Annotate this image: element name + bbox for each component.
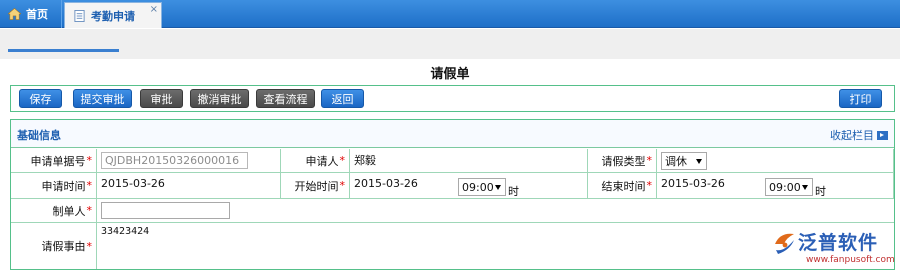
creator-cell: [97, 199, 894, 223]
apply-time-label: 申请时间 *: [11, 173, 97, 199]
leave-type-cell: 调休: [657, 149, 894, 173]
chevron-down-icon: [495, 185, 501, 190]
back-button[interactable]: 返回: [321, 89, 364, 108]
application-no-cell: QJDBH20150326000016: [97, 149, 281, 173]
end-hour-unit: 时: [815, 185, 826, 198]
start-hour-unit: 时: [508, 185, 519, 198]
close-icon[interactable]: ×: [150, 4, 158, 15]
end-time-label: 结束时间 *: [588, 173, 657, 199]
cancel-approval-button[interactable]: 撤消审批: [190, 89, 249, 108]
submit-approval-button[interactable]: 提交审批: [73, 89, 132, 108]
leave-type-select[interactable]: 调休: [661, 151, 707, 170]
document-icon: [74, 9, 85, 22]
fanpusoft-watermark: 泛普软件 www.fanpusoft.com: [770, 226, 895, 270]
start-time-label: 开始时间 *: [281, 173, 350, 199]
collapse-icon: [877, 130, 888, 140]
application-no-field: QJDBH20150326000016: [101, 152, 248, 169]
action-toolbar: 保存 提交审批 审批 撤消审批 查看流程 返回 打印: [10, 85, 895, 112]
approve-button[interactable]: 审批: [140, 89, 183, 108]
loading-bar: [8, 49, 119, 52]
tab-home[interactable]: 首页: [0, 0, 62, 28]
apply-time-value: 2015-03-26: [97, 173, 281, 199]
chevron-down-icon: [696, 158, 702, 164]
fanpusoft-logo-icon: [775, 233, 794, 254]
start-time-cell: 2015-03-26 09:00 时: [350, 173, 588, 199]
applicant-value: 郑毅: [350, 149, 588, 173]
sub-strip: [0, 29, 900, 59]
reason-label: 请假事由 *: [11, 223, 97, 269]
save-button[interactable]: 保存: [19, 89, 62, 108]
applicant-label: 申请人 *: [281, 149, 350, 173]
collapse-section-button[interactable]: 收起栏目: [830, 127, 888, 143]
end-hour-select[interactable]: 09:00: [765, 178, 813, 196]
watermark-url: www.fanpusoft.com: [806, 255, 895, 265]
end-time-cell: 2015-03-26 09:00 时: [657, 173, 894, 199]
watermark-name: 泛普软件: [798, 232, 879, 254]
tab-attendance-label: 考勤申请: [91, 9, 135, 23]
leave-type-label: 请假类型 *: [588, 149, 657, 173]
creator-field[interactable]: [101, 202, 230, 219]
page-title: 请假单: [430, 67, 470, 82]
tab-bar: 首页 考勤申请 ×: [0, 0, 900, 28]
print-button[interactable]: 打印: [839, 89, 882, 108]
home-icon: [8, 8, 21, 20]
panel-header: 基础信息 收起栏目: [11, 120, 894, 148]
end-date-value[interactable]: 2015-03-26: [661, 177, 765, 190]
view-flow-button[interactable]: 查看流程: [256, 89, 315, 108]
basic-info-panel: 基础信息 收起栏目 申请单据号 * QJDBH20150326000016 申请人…: [10, 119, 895, 270]
start-date-value[interactable]: 2015-03-26: [354, 177, 458, 190]
creator-label: 制单人 *: [11, 199, 97, 223]
tab-home-label: 首页: [26, 8, 48, 21]
start-hour-select[interactable]: 09:00: [458, 178, 506, 196]
chevron-down-icon: [802, 185, 808, 190]
collapse-label: 收起栏目: [830, 129, 874, 142]
panel-title: 基础信息: [17, 129, 61, 142]
application-no-label: 申请单据号 *: [11, 149, 97, 173]
tab-attendance-request[interactable]: 考勤申请 ×: [64, 2, 162, 28]
